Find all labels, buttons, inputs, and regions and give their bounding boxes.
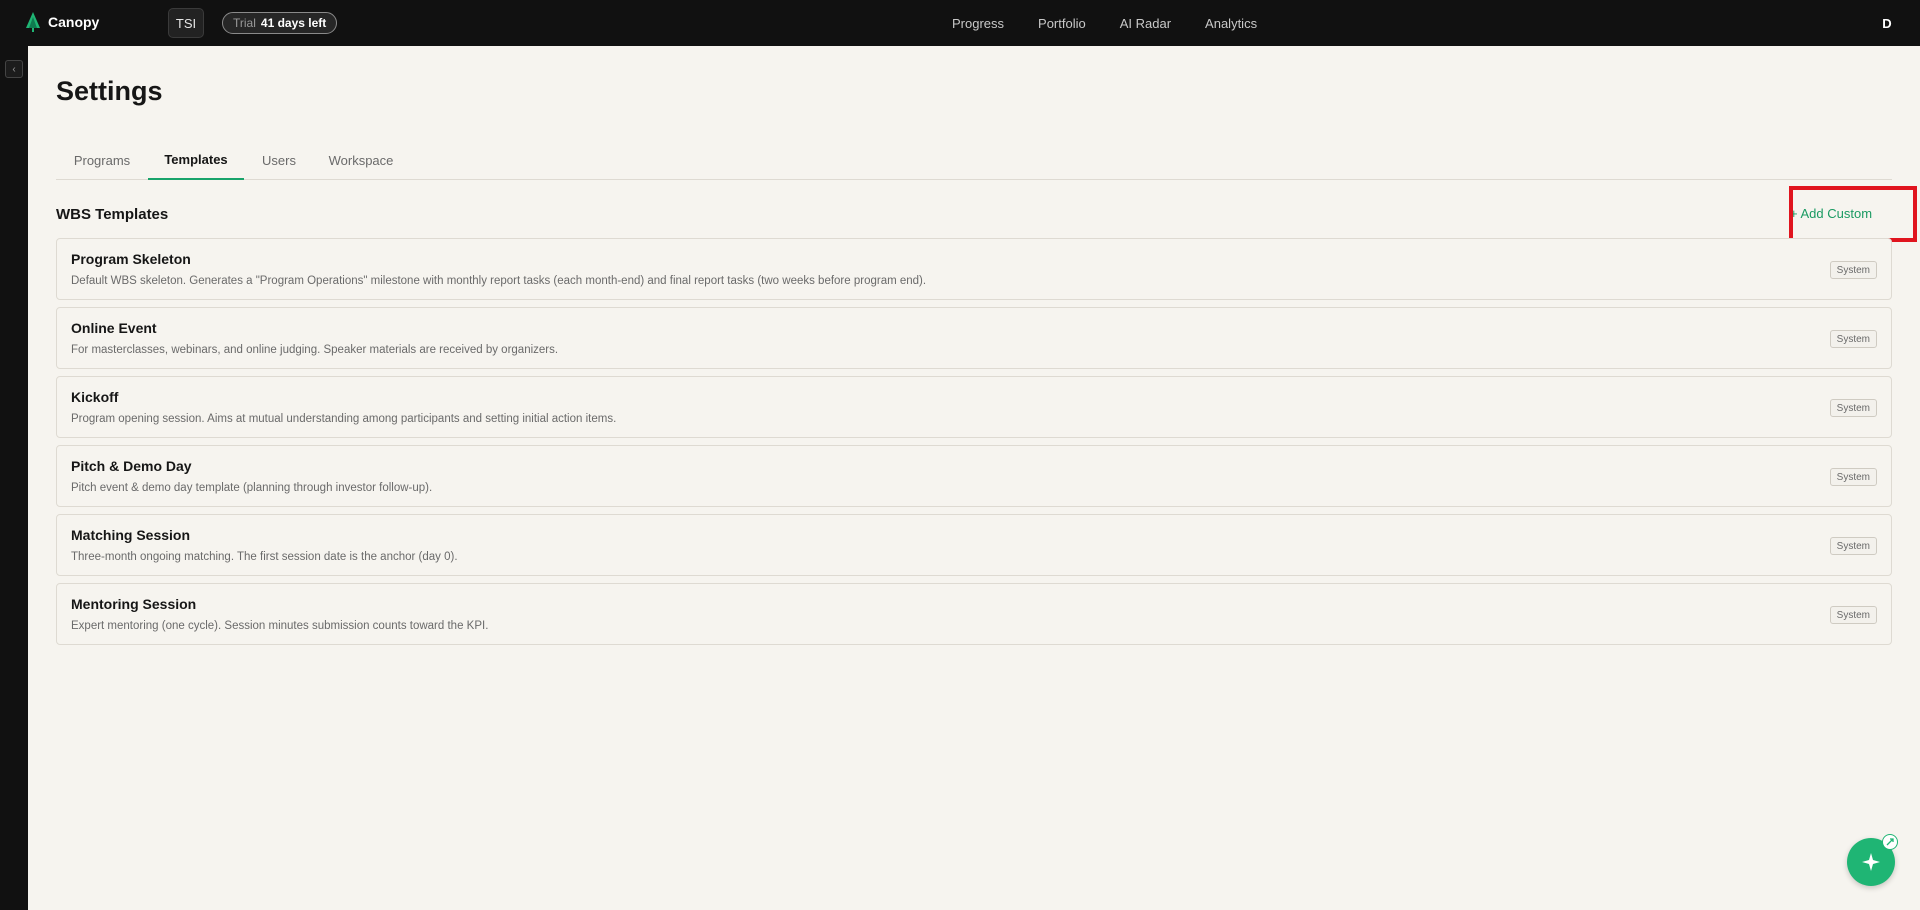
template-name: Mentoring Session <box>71 596 197 612</box>
template-card-program-skeleton[interactable]: Program Skeleton Default WBS skeleton. G… <box>56 238 1892 300</box>
sidebar: ‹ <box>0 46 28 910</box>
template-card-online-event[interactable]: Online Event For masterclasses, webinars… <box>56 307 1892 369</box>
tree-icon <box>26 12 40 32</box>
template-description: Three-month ongoing matching. The first … <box>71 551 458 563</box>
org-switcher[interactable]: TSI <box>168 8 204 38</box>
main-nav: Progress Portfolio AI Radar Analytics <box>952 0 1257 46</box>
sidebar-toggle-button[interactable]: ‹ <box>5 60 23 78</box>
system-badge: System <box>1829 261 1877 279</box>
system-badge: System <box>1829 399 1877 417</box>
nav-item-portfolio[interactable]: Portfolio <box>1038 16 1086 31</box>
tab-templates[interactable]: Templates <box>148 140 244 180</box>
page-title: Settings <box>56 76 163 106</box>
tab-users[interactable]: Users <box>244 140 314 180</box>
template-name: Kickoff <box>71 389 119 405</box>
main-content: Settings Programs Templates Users Worksp… <box>28 46 1920 910</box>
template-card-mentoring-session[interactable]: Mentoring Session Expert mentoring (one … <box>56 583 1892 645</box>
template-description: For masterclasses, webinars, and online … <box>71 344 559 356</box>
nav-item-progress[interactable]: Progress <box>952 16 1004 31</box>
nav-item-analytics[interactable]: Analytics <box>1205 16 1257 31</box>
chevron-left-icon: ‹ <box>12 63 16 75</box>
template-card-matching-session[interactable]: Matching Session Three-month ongoing mat… <box>56 514 1892 576</box>
template-name: Program Skeleton <box>71 251 191 267</box>
template-name: Matching Session <box>71 527 191 543</box>
assistant-expand-button[interactable] <box>1882 834 1898 850</box>
trial-label: Trial <box>233 16 256 30</box>
tab-workspace[interactable]: Workspace <box>314 140 408 180</box>
template-card-pitch-demo-day[interactable]: Pitch & Demo Day Pitch event & demo day … <box>56 445 1892 507</box>
tab-programs[interactable]: Programs <box>56 140 148 180</box>
template-description: Expert mentoring (one cycle). Session mi… <box>71 620 489 632</box>
add-custom-button[interactable]: + Add Custom <box>1790 206 1872 221</box>
template-name: Online Event <box>71 320 157 336</box>
sparkle-icon <box>1862 853 1880 871</box>
section-title: WBS Templates <box>56 206 169 223</box>
template-card-kickoff[interactable]: Kickoff Program opening session. Aims at… <box>56 376 1892 438</box>
app-name: Canopy <box>48 14 100 30</box>
user-avatar[interactable]: D <box>1876 12 1898 34</box>
trial-badge[interactable]: Trial 41 days left <box>222 12 338 34</box>
system-badge: System <box>1829 537 1877 555</box>
settings-tabs: Programs Templates Users Workspace <box>56 140 1892 180</box>
expand-icon <box>1886 838 1894 846</box>
app-logo[interactable]: Canopy <box>24 11 99 33</box>
template-description: Pitch event & demo day template (plannin… <box>71 482 433 494</box>
top-bar: Canopy TSI Trial 41 days left Progress P… <box>0 0 1920 46</box>
template-description: Program opening session. Aims at mutual … <box>71 413 617 425</box>
system-badge: System <box>1829 606 1877 624</box>
system-badge: System <box>1829 330 1877 348</box>
template-name: Pitch & Demo Day <box>71 458 192 474</box>
template-description: Default WBS skeleton. Generates a "Progr… <box>71 275 927 287</box>
nav-item-ai-radar[interactable]: AI Radar <box>1120 16 1171 31</box>
system-badge: System <box>1829 468 1877 486</box>
trial-days-left: 41 days left <box>260 16 327 30</box>
